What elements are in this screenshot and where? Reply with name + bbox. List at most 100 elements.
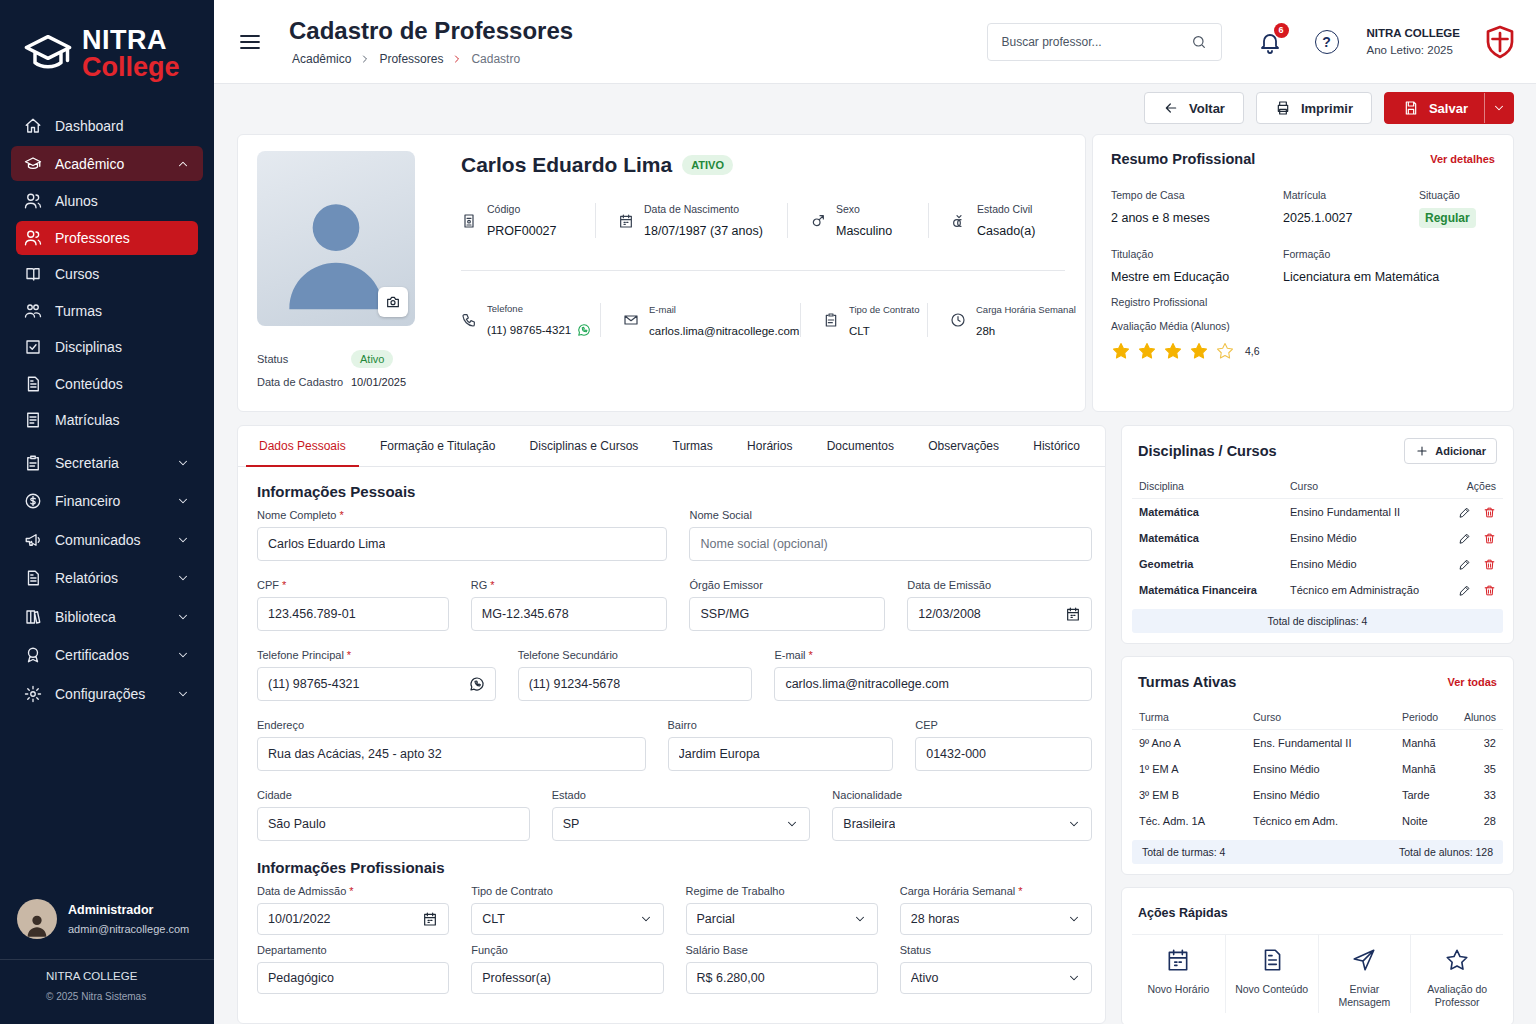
top-bar: Cadastro de Professores Acadêmico Professo…	[214, 0, 1536, 84]
text-input[interactable]: MG-12.345.678	[471, 597, 668, 631]
sidebar-item[interactable]: Configurações	[11, 675, 203, 714]
table-row[interactable]: 9º Ano AEns. Fundamental IIManhã32	[1132, 730, 1503, 756]
text-input[interactable]: Nome social (opcional)	[689, 527, 1092, 561]
form-field: Data de Emissão12/03/2008	[907, 579, 1092, 631]
text-input[interactable]: SSP/MG	[689, 597, 885, 631]
sidebar-item[interactable]: Relatórios	[11, 559, 203, 598]
notifications-button[interactable]: 6	[1258, 30, 1282, 54]
print-button[interactable]: Imprimir	[1256, 92, 1372, 124]
help-button[interactable]: ?	[1315, 30, 1339, 54]
text-input[interactable]: carlos.lima@nitracollege.com	[774, 667, 1092, 701]
edit-button[interactable]	[1458, 506, 1471, 519]
sidebar-item[interactable]: Acadêmico	[11, 146, 203, 181]
table-row[interactable]: MatemáticaEnsino Médio	[1132, 525, 1503, 551]
sidebar-item[interactable]: Conteúdos	[16, 366, 198, 403]
text-input[interactable]: 123.456.789-01	[257, 597, 449, 631]
add-button[interactable]: Adicionar	[1404, 438, 1497, 464]
save-button[interactable]: Salvar	[1384, 92, 1514, 124]
sidebar-item[interactable]: Disciplinas	[16, 329, 198, 366]
delete-button[interactable]	[1483, 532, 1496, 545]
text-input[interactable]: Professor(a)	[471, 962, 663, 994]
tab[interactable]: Formação e Titulação	[367, 426, 508, 467]
quick-action[interactable]: Avaliação do Professor	[1410, 935, 1503, 1013]
back-button[interactable]: Voltar	[1144, 92, 1244, 124]
table-row[interactable]: MatemáticaEnsino Fundamental II	[1132, 499, 1503, 525]
star-icon	[1215, 341, 1235, 361]
sidebar-item[interactable]: Alunos	[16, 183, 198, 220]
sidebar-item[interactable]: Turmas	[16, 293, 198, 330]
text-input[interactable]: 12/03/2008	[907, 597, 1092, 631]
table-row[interactable]: 3º EM BEnsino MédioTarde33	[1132, 782, 1503, 808]
select-input[interactable]: 28 horas	[900, 903, 1092, 935]
sidebar-item[interactable]: Secretaria	[11, 444, 203, 483]
delete-button[interactable]	[1483, 584, 1496, 597]
text-input[interactable]: Rua das Acácias, 245 - apto 32	[257, 737, 646, 771]
tab[interactable]: Horários	[734, 426, 805, 467]
text-input[interactable]: (11) 98765-4321	[257, 667, 496, 701]
sidebar-item[interactable]: Biblioteca	[11, 598, 203, 637]
sidebar-item[interactable]: Matrículas	[16, 402, 198, 439]
select-input[interactable]: CLT	[471, 903, 663, 935]
form-field: Salário BaseR$ 6.280,00	[686, 944, 878, 994]
quick-action[interactable]: Novo Horário	[1132, 935, 1225, 1013]
quick-action[interactable]: Novo Conteúdo	[1225, 935, 1318, 1013]
sidebar-item[interactable]: Comunicados	[11, 521, 203, 560]
sidebar-item[interactable]: Financeiro	[11, 482, 203, 521]
text-input[interactable]: (11) 91234-5678	[518, 667, 753, 701]
brand-logo[interactable]: NITRACollege	[0, 0, 214, 108]
select-input[interactable]: Ativo	[900, 962, 1092, 994]
sidebar-item[interactable]: Dashboard	[11, 108, 203, 144]
text-input[interactable]: Pedagógico	[257, 962, 449, 994]
clipboard-icon	[823, 312, 839, 328]
breadcrumb-item[interactable]: Acadêmico	[292, 52, 351, 66]
table-header: TurmaCursoPeriodoAlunos	[1132, 705, 1503, 730]
change-photo-button[interactable]	[378, 287, 408, 317]
search-input[interactable]: Buscar professor...	[987, 23, 1222, 61]
tab[interactable]: Disciplinas e Cursos	[517, 426, 652, 467]
select-input[interactable]: Parcial	[686, 903, 878, 935]
sidebar-item[interactable]: Certificados	[11, 636, 203, 675]
sidebar-item[interactable]: Cursos	[16, 256, 198, 293]
delete-button[interactable]	[1483, 506, 1496, 519]
app-root: NITRACollegeDashboardAcadêmicoAlunosProf…	[0, 0, 1536, 1024]
tab[interactable]: Histórico	[1020, 426, 1093, 467]
tab[interactable]: Observações	[915, 426, 1012, 467]
ring-icon	[951, 213, 967, 229]
delete-button[interactable]	[1483, 558, 1496, 571]
table-row[interactable]: 1º EM AEnsino MédioManhã35	[1132, 756, 1503, 782]
school-info: NITRA COLLEGEAno Letivo: 2025	[1367, 27, 1461, 56]
edit-button[interactable]	[1458, 532, 1471, 545]
calendar-icon	[618, 213, 634, 229]
text-input[interactable]: 01432-000	[915, 737, 1092, 771]
select-input[interactable]: SP	[552, 807, 811, 841]
user-profile[interactable]: Administradoradmin@nitracollege.com	[0, 899, 214, 959]
table-row[interactable]: Téc. Adm. 1ATécnico em Adm.Noite28	[1132, 808, 1503, 834]
menu-button[interactable]	[238, 30, 262, 54]
breadcrumb-item[interactable]: Professores	[379, 52, 443, 66]
edit-button[interactable]	[1458, 558, 1471, 571]
info-field: Carga Horária Semanal28h	[927, 303, 1065, 337]
info-field: SexoMasculino	[787, 203, 928, 238]
text-input[interactable]: Carlos Eduardo Lima	[257, 527, 667, 561]
tab[interactable]: Documentos	[814, 426, 907, 467]
form-field: FunçãoProfessor(a)	[471, 944, 663, 994]
text-input[interactable]: R$ 6.280,00	[686, 962, 878, 994]
tab[interactable]: Dados Pessoais	[246, 426, 359, 467]
form-field: CPF*123.456.789-01	[257, 579, 449, 631]
tab[interactable]: Turmas	[660, 426, 726, 467]
select-input[interactable]: Brasileira	[832, 807, 1092, 841]
edit-button[interactable]	[1458, 584, 1471, 597]
status-badge: Ativo	[351, 350, 393, 368]
quick-action[interactable]: Enviar Mensagem	[1318, 935, 1411, 1013]
calendar-icon	[1065, 606, 1081, 622]
sidebar-item[interactable]: Professores	[16, 221, 198, 255]
text-input[interactable]: 10/01/2022	[257, 903, 449, 935]
table-row[interactable]: GeometriaEnsino Médio	[1132, 551, 1503, 577]
save-menu-button[interactable]	[1484, 93, 1513, 123]
details-link[interactable]: Ver detalhes	[1430, 153, 1495, 165]
view-all-link[interactable]: Ver todas	[1447, 676, 1497, 688]
text-input[interactable]: São Paulo	[257, 807, 530, 841]
text-input[interactable]: Jardim Europa	[668, 737, 894, 771]
page-title: Cadastro de Professores	[289, 17, 573, 45]
table-row[interactable]: Matemática FinanceiraTécnico em Administ…	[1132, 577, 1503, 603]
